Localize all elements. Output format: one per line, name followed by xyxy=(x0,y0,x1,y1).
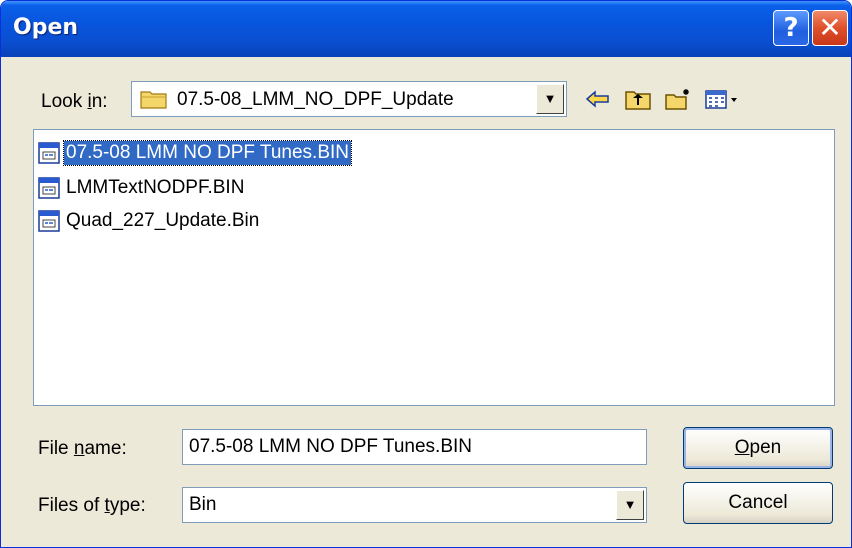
files-of-type-dropdown-arrow[interactable]: ▼ xyxy=(616,490,644,520)
file-name: Quad_227_Update.Bin xyxy=(66,210,260,231)
cancel-button[interactable]: Cancel xyxy=(683,482,833,524)
look-in-combobox[interactable]: 07.5-08_LMM_NO_DPF_Update ▼ xyxy=(131,81,567,117)
open-label-rest: pen xyxy=(749,437,782,458)
files-of-type-value: Bin xyxy=(189,494,217,515)
close-button[interactable]: ✕ xyxy=(812,10,848,46)
view-menu-icon[interactable] xyxy=(704,87,740,111)
file-name-accel: n xyxy=(73,438,85,459)
back-arrow-icon[interactable] xyxy=(584,87,612,111)
bin-file-icon xyxy=(38,177,60,199)
up-one-level-icon[interactable] xyxy=(624,87,652,111)
folder-icon xyxy=(140,91,167,109)
files-of-type-select[interactable]: Bin ▼ xyxy=(182,487,647,523)
look-in-label-part2: n: xyxy=(91,91,108,112)
open-accel: O xyxy=(734,437,750,458)
look-in-dropdown-arrow[interactable]: ▼ xyxy=(536,84,564,114)
open-dialog: Open ? ✕ Look in: 07.5-08_LMM_NO_DPF_Upd… xyxy=(0,0,852,548)
file-name-input[interactable]: 07.5-08 LMM NO DPF Tunes.BIN xyxy=(182,429,647,465)
files-of-type-label-part2: ype: xyxy=(109,495,146,516)
file-name: 07.5-08 LMM NO DPF Tunes.BIN xyxy=(63,140,352,166)
files-of-type-label-part1: Files of xyxy=(38,495,105,516)
file-list[interactable]: 07.5-08 LMM NO DPF Tunes.BIN LMMTextNODP… xyxy=(33,129,835,406)
look-in-value: 07.5-08_LMM_NO_DPF_Update xyxy=(177,89,454,110)
open-button[interactable]: Open xyxy=(683,427,833,469)
file-item[interactable]: 07.5-08 LMM NO DPF Tunes.BIN xyxy=(38,138,352,168)
bin-file-icon xyxy=(38,142,60,164)
new-folder-icon[interactable] xyxy=(664,87,692,111)
bin-file-icon xyxy=(38,210,60,232)
file-item[interactable]: Quad_227_Update.Bin xyxy=(38,206,261,236)
file-name-label-part2: ame: xyxy=(84,438,127,459)
file-name-label-part1: File xyxy=(38,438,74,459)
file-item[interactable]: LMMTextNODPF.BIN xyxy=(38,173,246,203)
files-of-type-label: Files of type: xyxy=(38,495,146,517)
file-name: LMMTextNODPF.BIN xyxy=(66,177,245,198)
help-button[interactable]: ? xyxy=(773,10,809,46)
dialog-title: Open xyxy=(13,15,79,40)
look-in-label-part1: Look xyxy=(41,91,88,112)
look-in-label: Look in: xyxy=(41,91,108,113)
file-name-label: File name: xyxy=(38,438,127,460)
title-bar[interactable]: Open ? ✕ xyxy=(1,1,851,57)
